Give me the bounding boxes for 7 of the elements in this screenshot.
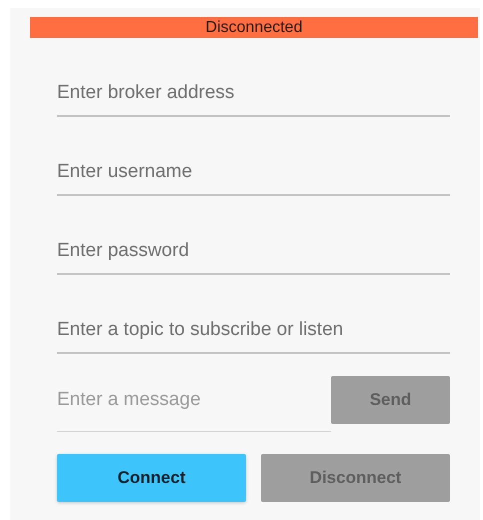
input-field[interactable]: Enter password bbox=[57, 198, 450, 275]
input-field[interactable]: Enter username bbox=[57, 119, 450, 196]
connect-button[interactable]: Connect bbox=[57, 454, 246, 502]
input-field[interactable]: Enter broker address bbox=[57, 40, 450, 117]
message-field[interactable]: Enter a message bbox=[57, 376, 331, 432]
input-field[interactable]: Enter a topic to subscribe or listen bbox=[57, 277, 450, 354]
status-bar: Disconnected bbox=[30, 17, 478, 38]
